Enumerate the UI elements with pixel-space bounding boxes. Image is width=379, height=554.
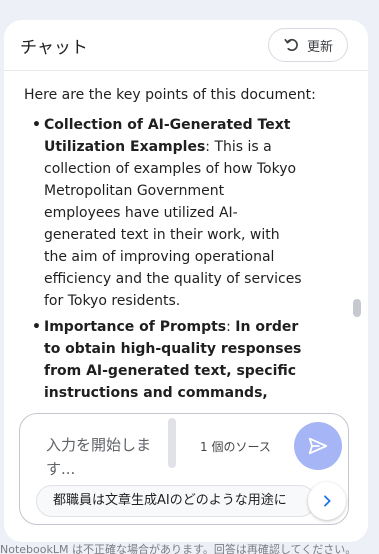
refresh-label: 更新 — [306, 39, 333, 55]
input-scrollbar[interactable] — [168, 418, 176, 468]
point-text: : This is a collection of examples of ho… — [44, 139, 302, 309]
suggested-question-chip[interactable]: 都職員は文章生成AIのどのような用途に — [36, 485, 316, 517]
send-button[interactable] — [294, 422, 342, 470]
list-item: Importance of Prompts: In order to obtai… — [32, 316, 324, 404]
disclaimer-text: NotebookLM は不正確な場合があります。回答は再確認してください。 — [0, 543, 357, 554]
chat-title: チャット — [20, 38, 88, 58]
chat-message: Here are the key points of this document… — [24, 84, 324, 414]
next-suggestion-button[interactable] — [308, 482, 346, 520]
message-intro: Here are the key points of this document… — [24, 87, 316, 103]
chevron-right-icon — [324, 495, 331, 507]
chat-input[interactable]: 入力を開始します... — [46, 433, 156, 481]
refresh-icon — [284, 38, 298, 51]
chat-scrollbar[interactable] — [353, 299, 361, 317]
list-item: Collection of AI-Generated Text Utilizat… — [32, 114, 324, 312]
send-icon — [308, 437, 328, 455]
chat-composer: 入力を開始します... 1 個のソース 都職員は文章生成AIのどのような用途に — [19, 413, 349, 525]
point-heading: Importance of Prompts — [44, 319, 227, 335]
key-points-list: Collection of AI-Generated Text Utilizat… — [24, 114, 324, 404]
point-text: : — [226, 319, 236, 335]
chat-header: チャット 更新 — [4, 20, 368, 71]
chat-panel: チャット 更新 Here are the key points of this … — [4, 20, 368, 542]
refresh-button[interactable]: 更新 — [268, 28, 348, 62]
source-count: 1 個のソース — [200, 440, 271, 454]
